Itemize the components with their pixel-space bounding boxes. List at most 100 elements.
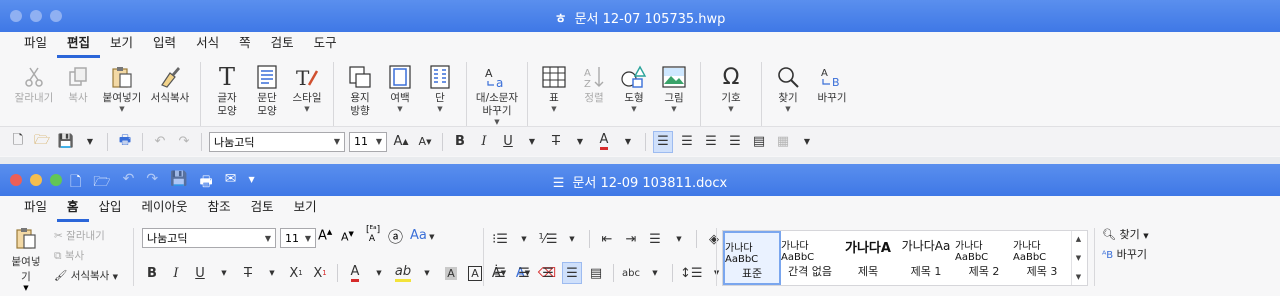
style-heading-2[interactable]: 가나다AaBbC 제목 2 [955, 231, 1013, 285]
highlight-icon[interactable]: ab [393, 262, 413, 284]
enclose-char-icon[interactable]: ⓐ [388, 226, 403, 247]
shape-button[interactable]: 도형 ▼ [614, 62, 654, 113]
copy-button[interactable]: ⧉ 복사 [54, 248, 84, 263]
numbered-list-icon[interactable]: ⅟☰ [538, 228, 558, 250]
char-shading-icon[interactable]: A [441, 262, 461, 284]
menu-edit[interactable]: 편집 [57, 32, 101, 58]
case-change-button[interactable]: Aa 대/소문자 바꾸기 ▼ [473, 62, 521, 126]
line-spacing-icon[interactable]: ☰ [645, 228, 665, 250]
chevron-down-icon[interactable]: ▼ [671, 105, 676, 113]
chevron-down-icon[interactable]: ▼ [631, 105, 636, 113]
chevron-down-icon[interactable]: ▼ [214, 262, 234, 284]
margin-button[interactable]: 여백 ▼ [380, 62, 420, 113]
print-icon[interactable]: 🖶 [115, 131, 135, 153]
split-align-icon[interactable]: ▦ [773, 131, 793, 153]
justify-icon[interactable]: ☰ [562, 262, 582, 284]
align-center-icon[interactable]: ☰ [514, 262, 534, 284]
chevron-up-icon[interactable]: ▲ [1076, 235, 1081, 243]
title-bar[interactable]: 🗋 🗁 ↶ ↷ 💾 🖶 ✉ ▼ ☰ 문서 12-09 103811.docx [0, 164, 1280, 196]
paste-button[interactable]: 붙여넣기 ▼ [98, 62, 146, 113]
chevron-down-icon[interactable]: ▼ [1076, 254, 1081, 262]
undo-icon[interactable]: ↶ [150, 131, 170, 153]
chevron-down-icon[interactable]: ▼ [570, 131, 590, 153]
style-button[interactable]: T 스타일 ▼ [287, 62, 327, 113]
para-shape-button[interactable]: 문단 모양 [247, 62, 287, 118]
menu-review[interactable]: 검토 [241, 196, 284, 222]
chevron-down-icon[interactable]: ▼ [119, 105, 124, 113]
table-button[interactable]: 표 ▼ [534, 62, 574, 113]
menu-page[interactable]: 쪽 [229, 32, 261, 58]
chevron-down-icon[interactable]: ▼ [514, 228, 534, 250]
bullet-list-icon[interactable]: ⁝☰ [490, 228, 510, 250]
chevron-down-icon[interactable]: ▼ [417, 262, 437, 284]
chevron-down-icon[interactable]: ▼ [8, 284, 44, 292]
distribute-icon[interactable]: ▤ [749, 131, 769, 153]
decrease-indent-icon[interactable]: ⇤ [597, 228, 617, 250]
chevron-down-icon[interactable]: ▼ [551, 105, 556, 113]
copy-button[interactable]: 복사 [58, 62, 98, 105]
columns-button[interactable]: 단 ▼ [420, 62, 460, 113]
underline-icon[interactable]: U [498, 131, 518, 153]
shrink-font-icon[interactable]: A▼ [341, 230, 354, 244]
format-copy-button[interactable]: 🖌 서식복사 ▼ [54, 268, 118, 283]
align-center-icon[interactable]: ☰ [701, 131, 721, 153]
char-shape-button[interactable]: T 글자 모양 [207, 62, 247, 118]
chevron-down-icon[interactable]: ▼ [618, 131, 638, 153]
style-heading-1[interactable]: 가나다Aa 제목 1 [897, 231, 955, 285]
menu-review[interactable]: 검토 [261, 32, 304, 58]
menu-format[interactable]: 서식 [186, 32, 229, 58]
style-no-spacing[interactable]: 가나다AaBbC 간격 없음 [781, 231, 839, 285]
style-gallery-scroller[interactable]: ▲ ▼ ▼ [1071, 231, 1085, 285]
replace-button[interactable]: AB 바꾸기 [808, 62, 856, 105]
page-direction-button[interactable]: 용지 방향 [340, 62, 380, 118]
chevron-down-icon[interactable]: ▼ [522, 131, 542, 153]
menu-insert[interactable]: 입력 [143, 32, 186, 58]
chevron-down-icon[interactable]: ▼ [262, 262, 282, 284]
menu-file[interactable]: 파일 [14, 32, 57, 58]
menu-view[interactable]: 보기 [284, 196, 327, 222]
symbol-button[interactable]: Ω 기호 ▼ [707, 62, 755, 114]
open-folder-icon[interactable]: 🗁 [32, 131, 52, 153]
increase-indent-icon[interactable]: ⇥ [621, 228, 641, 250]
menu-file[interactable]: 파일 [14, 196, 57, 222]
expand-icon[interactable]: ▼ [1076, 273, 1081, 281]
cut-button[interactable]: ✂ 잘라내기 [54, 228, 105, 243]
menu-view[interactable]: 보기 [100, 32, 143, 58]
strikethrough-icon[interactable]: T [546, 131, 566, 153]
font-color-icon[interactable]: A [594, 131, 614, 153]
para-spacing-icon[interactable]: ↕☰ [680, 262, 703, 284]
font-size-select[interactable]: 11 ▼ [280, 228, 316, 248]
char-case-icon[interactable]: Aa ▼ [410, 228, 434, 243]
underline-icon[interactable]: U [190, 262, 210, 284]
title-bar[interactable]: ㅎ 문서 12-07 105735.hwp [0, 0, 1280, 32]
align-left-icon[interactable]: ☰ [490, 262, 510, 284]
redo-icon[interactable]: ↷ [174, 131, 194, 153]
find-button[interactable]: 찾기 ▼ [768, 62, 808, 113]
superscript-icon[interactable]: X1 [310, 262, 330, 284]
style-title[interactable]: 가나다A 제목 [839, 231, 897, 285]
chevron-down-icon[interactable]: ▼ [369, 262, 389, 284]
style-normal[interactable]: 가나다AaBbC 표준 [723, 231, 781, 285]
grow-font-icon[interactable]: A▲ [391, 131, 411, 153]
align-left-icon[interactable]: ☰ [677, 131, 697, 153]
replace-button[interactable]: ᴬB 바꾸기 [1102, 246, 1147, 262]
font-select[interactable]: 나눔고딕 ▼ [142, 228, 276, 248]
shading-icon[interactable]: ◈ [704, 228, 724, 250]
chevron-down-icon[interactable]: ▼ [669, 228, 689, 250]
bold-icon[interactable]: B [450, 131, 470, 153]
menu-home[interactable]: 홈 [57, 196, 89, 222]
chevron-down-icon[interactable]: ▼ [397, 105, 402, 113]
font-select[interactable]: 나눔고딕 ▼ [209, 131, 345, 152]
align-right-icon[interactable]: ☰ [725, 131, 745, 153]
menu-insert[interactable]: 삽입 [89, 196, 132, 222]
menu-layout[interactable]: 레이아웃 [132, 196, 198, 222]
find-button[interactable]: 🔍︎ 찾기 ▼ [1102, 226, 1149, 242]
subscript-icon[interactable]: X1 [286, 262, 306, 284]
chevron-down-icon[interactable]: ▼ [494, 118, 499, 126]
style-heading-3[interactable]: 가나다AaBbC 제목 3 [1013, 231, 1071, 285]
italic-icon[interactable]: I [166, 262, 186, 284]
phonetic-guide-icon[interactable]: [ᴱᵃ] A [366, 226, 380, 244]
chevron-down-icon[interactable]: ▼ [437, 105, 442, 113]
italic-icon[interactable]: I [474, 131, 494, 153]
chevron-down-icon[interactable]: ▼ [728, 105, 733, 113]
